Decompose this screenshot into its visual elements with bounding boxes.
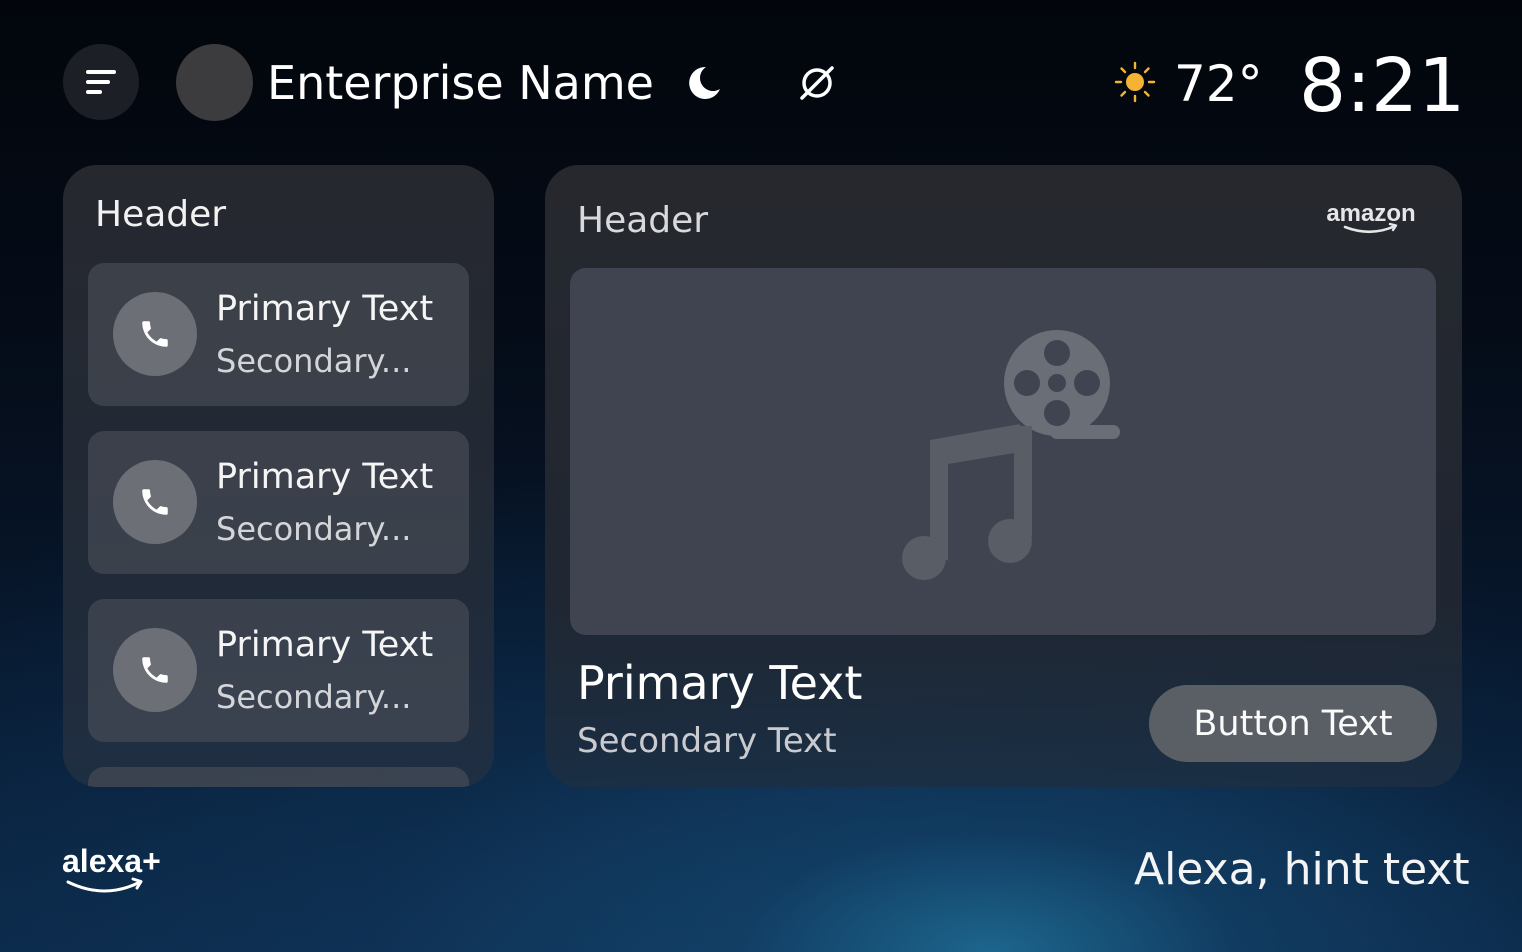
menu-icon bbox=[86, 70, 116, 94]
amazon-logo: amazon bbox=[1326, 200, 1416, 234]
primary-text: Primary Text bbox=[216, 625, 434, 665]
primary-text: Primary Text bbox=[216, 289, 434, 329]
alexa-plus-logo: alexa+ bbox=[62, 843, 161, 893]
music-video-icon bbox=[902, 330, 1120, 580]
call-button[interactable] bbox=[113, 292, 197, 376]
secondary-text: Secondary... bbox=[216, 510, 412, 548]
phone-icon bbox=[142, 321, 168, 347]
contacts-card: Header Primary Text Secondary... Primary… bbox=[63, 165, 494, 787]
menu-button[interactable] bbox=[63, 44, 139, 120]
call-button[interactable] bbox=[113, 628, 197, 712]
secondary-text: Secondary... bbox=[216, 678, 412, 716]
svg-text:alexa+: alexa+ bbox=[62, 843, 161, 879]
temperature: 72° bbox=[1174, 55, 1263, 113]
action-button[interactable]: Button Text bbox=[1149, 685, 1437, 762]
media-thumbnail[interactable] bbox=[570, 268, 1436, 635]
avatar[interactable] bbox=[176, 44, 253, 121]
primary-text: Primary Text bbox=[216, 457, 434, 497]
hint-text: Alexa, hint text bbox=[1134, 844, 1470, 895]
media-card: Header amazon Primary Text Secondary Tex… bbox=[545, 165, 1462, 787]
moon-icon[interactable] bbox=[682, 62, 724, 104]
sun-icon bbox=[1114, 61, 1156, 103]
card-header: Header bbox=[95, 194, 227, 235]
list-item[interactable]: Primary Text Secondary... bbox=[88, 599, 469, 742]
do-not-disturb-icon[interactable] bbox=[796, 62, 838, 104]
call-button[interactable] bbox=[113, 460, 197, 544]
list-item-partial[interactable] bbox=[88, 767, 469, 787]
enterprise-name: Enterprise Name bbox=[267, 56, 654, 110]
list-item[interactable]: Primary Text Secondary... bbox=[88, 431, 469, 574]
phone-icon bbox=[142, 657, 168, 683]
card-header: Header bbox=[577, 200, 709, 241]
list-item[interactable]: Primary Text Secondary... bbox=[88, 263, 469, 406]
clock: 8:21 bbox=[1299, 43, 1466, 129]
media-secondary-text: Secondary Text bbox=[577, 721, 837, 761]
phone-icon bbox=[142, 489, 168, 515]
svg-text:amazon: amazon bbox=[1326, 200, 1415, 227]
media-primary-text: Primary Text bbox=[577, 656, 863, 710]
secondary-text: Secondary... bbox=[216, 342, 412, 380]
